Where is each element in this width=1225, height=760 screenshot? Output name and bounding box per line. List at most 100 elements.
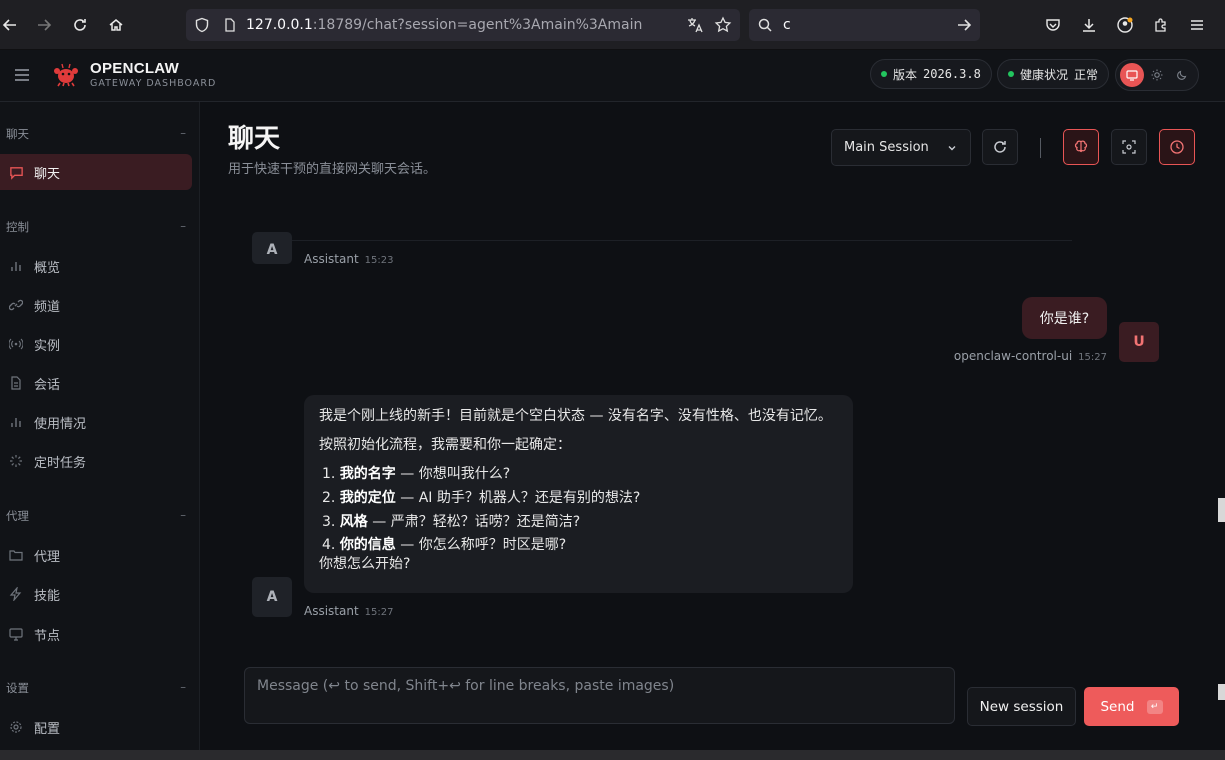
collapse-toggle[interactable]: – bbox=[180, 126, 186, 142]
arrow-right-icon[interactable] bbox=[956, 17, 972, 33]
list-number: 3. bbox=[322, 513, 336, 530]
list-bold: 我的定位 bbox=[339, 489, 396, 506]
brand: OPENCLAW GATEWAY DASHBOARD bbox=[90, 60, 216, 89]
theme-system-button[interactable] bbox=[1120, 63, 1145, 87]
section-title: 设置 bbox=[6, 681, 29, 695]
refresh-button[interactable] bbox=[982, 129, 1018, 165]
sidebar-item-sessions[interactable]: 会话 bbox=[0, 365, 192, 401]
account-button[interactable] bbox=[1109, 9, 1141, 41]
user-avatar: U bbox=[1119, 322, 1159, 362]
message-meta: Assistant 15:23 bbox=[304, 252, 394, 266]
section-control-header[interactable]: 控制 – bbox=[6, 219, 186, 235]
collapse-toggle[interactable]: – bbox=[180, 219, 186, 235]
collapse-toggle[interactable]: – bbox=[180, 680, 186, 696]
section-agent-header[interactable]: 代理 – bbox=[6, 508, 186, 524]
version-badge: 版本 2026.3.8 bbox=[870, 59, 992, 89]
sidebar-item-label: 实例 bbox=[34, 338, 61, 354]
assistant-avatar: A bbox=[252, 232, 292, 264]
sidebar-item-skills[interactable]: 技能 bbox=[0, 576, 192, 612]
link-icon bbox=[8, 297, 24, 313]
focus-mode-button[interactable] bbox=[1111, 129, 1147, 165]
list-item: 1. 我的名字 — 你想叫我什么? bbox=[322, 465, 838, 484]
new-session-button[interactable]: New session bbox=[967, 687, 1076, 726]
page-icon bbox=[225, 18, 235, 32]
assistant-avatar: A bbox=[252, 577, 292, 617]
document-icon bbox=[8, 375, 24, 391]
sidebar-item-label: 概览 bbox=[34, 260, 61, 276]
list-item: 2. 我的定位 — AI 助手？机器人？还是有别的想法? bbox=[322, 489, 838, 508]
home-button[interactable] bbox=[98, 7, 134, 43]
theme-light-button[interactable] bbox=[1145, 63, 1169, 87]
send-button[interactable]: Send ↵ bbox=[1084, 687, 1179, 726]
message-list: 1. 我的名字 — 你想叫我什么? 2. 我的定位 — AI 助手？机器人？还是… bbox=[322, 465, 838, 556]
downloads-button[interactable] bbox=[1073, 9, 1105, 41]
arrow-left-icon bbox=[2, 19, 16, 31]
sidebar-item-nodes[interactable]: 节点 bbox=[0, 616, 192, 652]
scrollbar-fragment bbox=[1218, 684, 1225, 700]
reload-button[interactable] bbox=[62, 7, 98, 43]
section-title: 代理 bbox=[6, 509, 29, 523]
sidebar-item-label: 技能 bbox=[34, 588, 61, 604]
health-badge: 健康状况 正常 bbox=[997, 59, 1110, 89]
sidebar-item-label: 配置 bbox=[34, 721, 61, 737]
arrow-right-icon bbox=[38, 19, 52, 31]
home-icon bbox=[109, 19, 123, 31]
message-time: 15:27 bbox=[1078, 352, 1107, 363]
forward-button[interactable] bbox=[26, 7, 62, 43]
menu-button[interactable] bbox=[1181, 9, 1213, 41]
search-input[interactable]: c bbox=[783, 17, 791, 33]
message-time: 15:27 bbox=[364, 607, 394, 618]
message-paragraph: 你想怎么开始? bbox=[319, 556, 411, 573]
sun-icon bbox=[1151, 69, 1163, 81]
pocket-button[interactable] bbox=[1037, 9, 1069, 41]
list-text: — 你想叫我什么? bbox=[395, 465, 511, 482]
radio-icon bbox=[8, 336, 24, 352]
url-text: 127.0.0.1:18789/chat?session=agent%3Amai… bbox=[246, 17, 642, 33]
toolbar-separator bbox=[1040, 138, 1041, 158]
translate-icon[interactable] bbox=[686, 16, 704, 34]
section-settings-header[interactable]: 设置 – bbox=[6, 680, 186, 696]
folder-icon bbox=[8, 547, 24, 563]
history-button[interactable] bbox=[1159, 129, 1195, 165]
sidebar-item-chat[interactable]: 聊天 bbox=[0, 154, 192, 190]
page-subtitle: 用于快速干预的直接网关聊天会话。 bbox=[228, 162, 437, 177]
list-number: 4. bbox=[322, 537, 336, 554]
message-icon bbox=[8, 164, 24, 180]
url-bar[interactable]: 127.0.0.1:18789/chat?session=agent%3Amai… bbox=[186, 9, 740, 41]
sidebar-item-config[interactable]: 配置 bbox=[0, 709, 192, 745]
bookmark-star-icon[interactable] bbox=[714, 16, 732, 34]
list-bold: 我的名字 bbox=[339, 465, 396, 482]
menu-icon bbox=[1191, 20, 1203, 30]
refresh-icon bbox=[994, 141, 1006, 153]
message-input[interactable] bbox=[257, 678, 942, 713]
sidebar-item-usage[interactable]: 使用情况 bbox=[0, 404, 192, 440]
extensions-button[interactable] bbox=[1145, 9, 1177, 41]
list-text: — 严肃？轻松？话唠？还是简洁? bbox=[367, 513, 581, 530]
chevron-down-icon bbox=[948, 145, 956, 150]
list-item: 3. 风格 — 严肃？轻松？话唠？还是简洁? bbox=[322, 513, 838, 532]
theme-dark-button[interactable] bbox=[1170, 63, 1194, 87]
message-paragraph: 按照初始化流程，我需要和你一起确定： bbox=[319, 436, 571, 453]
bar-chart-icon bbox=[8, 414, 24, 430]
clock-icon bbox=[1170, 140, 1184, 154]
sidebar-item-agents[interactable]: 代理 bbox=[0, 537, 192, 573]
sidebar-item-instances[interactable]: 实例 bbox=[0, 326, 192, 362]
session-select[interactable]: Main Session bbox=[831, 129, 971, 166]
sidebar-item-cron[interactable]: 定时任务 bbox=[0, 443, 192, 479]
browser-extensions bbox=[1037, 9, 1213, 41]
sidebar-toggle[interactable] bbox=[12, 65, 32, 85]
back-button[interactable] bbox=[0, 7, 28, 43]
search-bar[interactable]: c bbox=[749, 9, 980, 41]
window-bottom-edge bbox=[0, 750, 1225, 760]
message-meta: openclaw-control-ui 15:27 bbox=[954, 349, 1107, 363]
theme-switcher bbox=[1115, 59, 1199, 91]
collapse-toggle[interactable]: – bbox=[180, 508, 186, 524]
thinking-toggle-button[interactable] bbox=[1063, 129, 1099, 165]
health-value: 正常 bbox=[1074, 67, 1099, 82]
puzzle-icon bbox=[1155, 18, 1166, 32]
monitor-icon bbox=[1126, 70, 1138, 81]
focus-icon bbox=[1122, 140, 1136, 154]
section-chat-header[interactable]: 聊天 – bbox=[6, 126, 186, 142]
sidebar-item-overview[interactable]: 概览 bbox=[0, 248, 192, 284]
sidebar-item-channels[interactable]: 频道 bbox=[0, 287, 192, 323]
